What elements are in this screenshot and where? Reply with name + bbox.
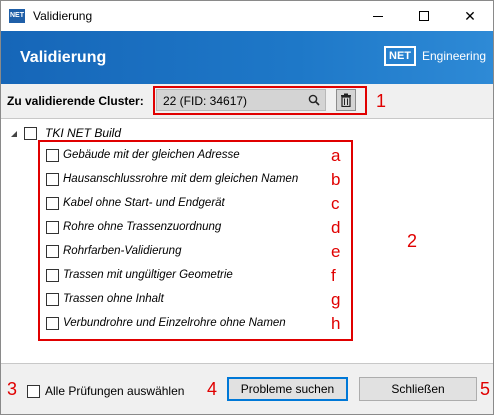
find-problems-button[interactable]: Probleme suchen	[227, 377, 348, 401]
check-item[interactable]: Verbundrohre und Einzelrohre ohne Namen	[46, 316, 336, 332]
item-label: Rohre ohne Trassenzuordnung	[63, 221, 222, 233]
annotation-letter: c	[331, 194, 340, 213]
item-checkbox[interactable]	[46, 221, 59, 234]
item-checkbox[interactable]	[46, 149, 59, 162]
annotation-letter: e	[331, 242, 341, 261]
select-all-label[interactable]: Alle Prüfungen auswählen	[45, 384, 184, 398]
logo-text: Engineering	[422, 49, 487, 63]
cluster-value: 22 (FID: 34617)	[163, 94, 248, 108]
annotation-marker-5: 5	[480, 379, 491, 399]
check-item[interactable]: Gebäude mit der gleichen Adresse	[46, 148, 336, 164]
search-icon[interactable]	[307, 93, 321, 107]
item-label: Kabel ohne Start- und Endgerät	[63, 197, 225, 209]
check-item[interactable]: Trassen ohne Inhalt	[46, 292, 336, 308]
item-label: Gebäude mit der gleichen Adresse	[63, 149, 240, 161]
title-bar: NET Validierung ✕	[1, 1, 493, 31]
item-label: Trassen ohne Inhalt	[63, 293, 164, 305]
item-checkbox[interactable]	[46, 173, 59, 186]
close-icon: ✕	[464, 7, 476, 24]
annotation-box-2	[38, 140, 353, 341]
maximize-icon	[419, 11, 429, 21]
logo-mark: NET	[384, 46, 416, 66]
delete-cluster-button[interactable]	[336, 89, 356, 111]
cluster-field[interactable]: 22 (FID: 34617)	[156, 89, 326, 111]
annotation-letter: g	[331, 290, 341, 309]
minimize-icon	[373, 15, 383, 17]
annotation-letter: d	[331, 218, 341, 237]
validation-dialog: NET Validierung ✕ Validierung NET Engine…	[0, 0, 494, 415]
dialog-header: Validierung NET Engineering	[1, 31, 493, 84]
cluster-label: Zu validierende Cluster:	[7, 94, 144, 108]
item-checkbox[interactable]	[46, 269, 59, 282]
item-checkbox[interactable]	[46, 245, 59, 258]
minimize-button[interactable]	[355, 1, 401, 31]
item-label: Rohrfarben-Validierung	[63, 245, 182, 257]
close-button[interactable]: Schließen	[359, 377, 477, 401]
collapse-arrow-icon[interactable]	[9, 129, 19, 139]
annotation-marker-4: 4	[207, 379, 218, 399]
trash-icon	[341, 93, 351, 107]
annotation-letter: h	[331, 314, 341, 333]
annotation-letter: a	[331, 146, 341, 165]
check-item[interactable]: Rohre ohne Trassenzuordnung	[46, 220, 336, 236]
item-label: Hausanschlussrohre mit dem gleichen Name…	[63, 173, 299, 185]
check-item[interactable]: Hausanschlussrohre mit dem gleichen Name…	[46, 172, 336, 188]
annotation-letter: b	[331, 170, 341, 189]
annotation-marker-3: 3	[7, 379, 18, 399]
net-engineering-logo: NET Engineering	[384, 45, 486, 67]
check-item[interactable]: Trassen mit ungültiger Geometrie	[46, 268, 336, 284]
select-all-checkbox[interactable]	[27, 385, 40, 398]
item-label: Verbundrohre und Einzelrohre ohne Namen	[63, 317, 286, 329]
annotation-marker-2: 2	[407, 231, 418, 251]
item-checkbox[interactable]	[46, 293, 59, 306]
header-title: Validierung	[20, 49, 107, 66]
annotation-marker-1: 1	[376, 91, 387, 111]
item-label: Trassen mit ungültiger Geometrie	[63, 269, 233, 281]
check-item[interactable]: Rohrfarben-Validierung	[46, 244, 336, 260]
maximize-button[interactable]	[401, 1, 447, 31]
window-title: Validierung	[33, 9, 93, 23]
root-label: TKI NET Build	[45, 126, 122, 140]
item-checkbox[interactable]	[46, 317, 59, 330]
annotation-letter: f	[331, 266, 336, 285]
root-checkbox[interactable]	[24, 127, 37, 140]
app-icon: NET	[9, 9, 25, 23]
check-item[interactable]: Kabel ohne Start- und Endgerät	[46, 196, 336, 212]
close-window-button[interactable]: ✕	[447, 1, 493, 31]
item-checkbox[interactable]	[46, 197, 59, 210]
